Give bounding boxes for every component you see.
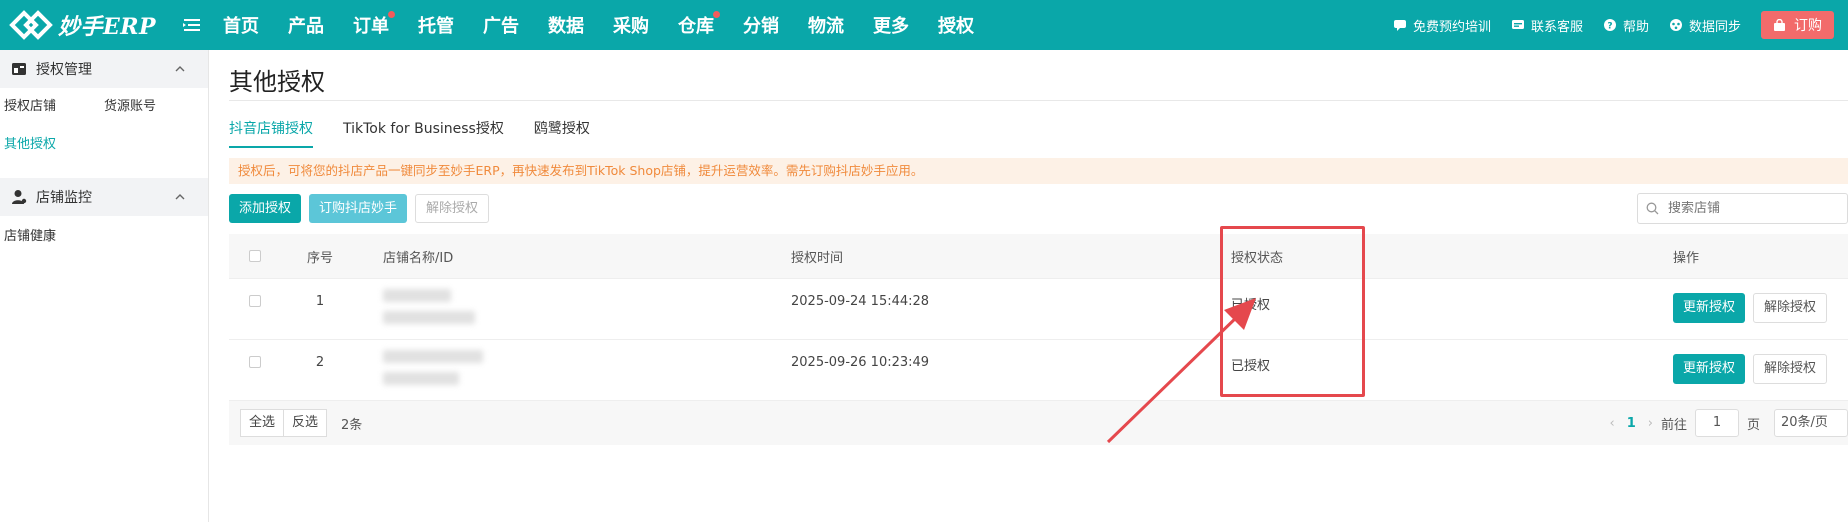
store-icon bbox=[12, 63, 26, 75]
page-number[interactable]: 1 bbox=[1627, 416, 1636, 431]
header-actions: 操作 bbox=[1673, 250, 1700, 266]
row-no: 2 bbox=[315, 355, 325, 370]
row-auth-time: 2025-09-24 15:44:28 bbox=[791, 294, 930, 309]
nav-item-authorization[interactable]: 授权 bbox=[938, 12, 974, 38]
tab-oulu-auth[interactable]: 鸥鹭授权 bbox=[534, 120, 590, 148]
header-auth-time: 授权时间 bbox=[791, 250, 844, 266]
nav-item-ads[interactable]: 广告 bbox=[483, 12, 519, 38]
order-button[interactable]: 订购 bbox=[1761, 11, 1834, 39]
header-links: 免费预约培训 联系客服 ? 帮助 数据同步 订购 bbox=[1373, 0, 1834, 50]
main-nav: 首页 产品 订单 托管 广告 数据 采购 仓库 分销 物流 更多 授权 bbox=[223, 0, 1003, 50]
search-input[interactable] bbox=[1668, 201, 1828, 216]
sidebar-item-store-health[interactable]: 店铺健康 bbox=[4, 228, 104, 266]
sidebar-group-auth-management[interactable]: 授权管理 bbox=[0, 50, 208, 88]
nav-item-more[interactable]: 更多 bbox=[873, 12, 909, 38]
subscribe-button[interactable]: 订购抖店妙手 bbox=[309, 194, 408, 223]
help-icon: ? bbox=[1603, 19, 1616, 32]
sync-icon bbox=[1669, 19, 1682, 31]
select-all-button[interactable]: 全选 bbox=[240, 409, 285, 437]
tab-tiktok-business-auth[interactable]: TikTok for Business授权 bbox=[343, 120, 504, 148]
person-icon bbox=[12, 190, 27, 204]
table-row: 1 2025-09-24 15:44:28 已授权 更新授权 解除授权 bbox=[229, 279, 1848, 340]
sidebar-items-monitor: 店铺健康 bbox=[0, 216, 208, 270]
menu-toggle-icon[interactable] bbox=[181, 14, 203, 36]
row-revoke-button[interactable]: 解除授权 bbox=[1753, 354, 1828, 384]
sidebar-item-other-auth[interactable]: 其他授权 bbox=[4, 136, 104, 174]
nav-item-products[interactable]: 产品 bbox=[288, 12, 324, 38]
logo-text: 妙手ERP bbox=[58, 14, 157, 40]
sidebar-item-store-auth[interactable]: 授权店铺 bbox=[4, 98, 104, 136]
nav-item-warehouse[interactable]: 仓库 bbox=[678, 11, 720, 38]
logo-icon bbox=[9, 10, 53, 40]
invert-selection-button[interactable]: 反选 bbox=[284, 409, 328, 437]
notice-banner: 授权后，可将您的抖店产品一键同步至妙手ERP，再快速发布到TikTok Shop… bbox=[229, 158, 1848, 184]
data-sync-link[interactable]: 数据同步 bbox=[1669, 16, 1741, 35]
top-navbar: 妙手ERP 首页 产品 订单 托管 广告 数据 采购 仓库 分销 物流 更多 授… bbox=[0, 0, 1848, 50]
training-link[interactable]: 免费预约培训 bbox=[1393, 16, 1491, 35]
sidebar: 授权管理 授权店铺 货源账号 其他授权 店铺监控 店铺健康 bbox=[0, 50, 209, 522]
header-auth-status: 授权状态 bbox=[1231, 250, 1284, 266]
goto-label: 前往 bbox=[1660, 417, 1687, 433]
select-all-checkbox[interactable] bbox=[249, 250, 261, 262]
row-auth-status: 已授权 bbox=[1231, 359, 1271, 374]
goto-page-input[interactable]: 1 bbox=[1694, 409, 1739, 437]
row-auth-status: 已授权 bbox=[1231, 298, 1271, 313]
header-no: 序号 bbox=[306, 250, 333, 266]
nav-item-distribution[interactable]: 分销 bbox=[743, 12, 779, 38]
sidebar-group-store-monitor[interactable]: 店铺监控 bbox=[0, 178, 208, 216]
chevron-up-icon[interactable] bbox=[174, 63, 186, 75]
next-page-icon[interactable]: › bbox=[1648, 416, 1653, 431]
sidebar-item-source-account[interactable]: 货源账号 bbox=[104, 98, 204, 136]
update-auth-button[interactable]: 更新授权 bbox=[1673, 293, 1746, 323]
table-row: 2 2025-09-26 10:23:49 已授权 更新授权 解除授权 bbox=[229, 340, 1848, 401]
row-revoke-button[interactable]: 解除授权 bbox=[1753, 293, 1828, 323]
toolbar: 添加授权 订购抖店妙手 解除授权 bbox=[229, 194, 497, 223]
nav-item-hosting[interactable]: 托管 bbox=[418, 12, 454, 38]
search-icon bbox=[1646, 202, 1659, 215]
page-title: 其他授权 bbox=[229, 68, 325, 96]
page-size-select[interactable]: 20条/页 bbox=[1774, 409, 1848, 437]
nav-item-logistics[interactable]: 物流 bbox=[808, 12, 844, 38]
add-auth-button[interactable]: 添加授权 bbox=[229, 194, 302, 223]
support-link[interactable]: 联系客服 bbox=[1511, 16, 1583, 35]
notification-dot bbox=[388, 11, 395, 18]
pagination: ‹ 1 › 前往 1 页 20条/页 bbox=[1602, 409, 1848, 437]
row-auth-time: 2025-09-26 10:23:49 bbox=[791, 355, 930, 370]
logo[interactable]: 妙手ERP bbox=[8, 7, 156, 43]
revoke-auth-button[interactable]: 解除授权 bbox=[415, 194, 490, 223]
tab-douyin-auth[interactable]: 抖音店铺授权 bbox=[229, 120, 313, 148]
message-icon bbox=[1511, 20, 1524, 29]
shopping-bag-icon bbox=[1774, 18, 1785, 31]
divider bbox=[229, 100, 1848, 101]
search-box bbox=[1637, 193, 1848, 224]
main-content: 其他授权 抖音店铺授权 TikTok for Business授权 鸥鹭授权 授… bbox=[229, 50, 1848, 522]
table-header: 序号 店铺名称/ID 授权时间 授权状态 操作 bbox=[229, 234, 1848, 279]
auth-table: 序号 店铺名称/ID 授权时间 授权状态 操作 1 2025-09-24 15:… bbox=[229, 234, 1848, 401]
help-link[interactable]: ? 帮助 bbox=[1603, 16, 1649, 35]
store-name-redacted bbox=[383, 340, 791, 385]
nav-item-purchase[interactable]: 采购 bbox=[613, 12, 649, 38]
sidebar-items-auth: 授权店铺 货源账号 其他授权 bbox=[0, 88, 208, 178]
table-footer: 全选 反选 2条 ‹ 1 › 前往 1 页 20条/页 bbox=[229, 401, 1848, 445]
page-unit-label: 页 bbox=[1746, 417, 1760, 433]
update-auth-button[interactable]: 更新授权 bbox=[1673, 354, 1746, 384]
chat-icon bbox=[1393, 20, 1406, 31]
record-count: 2条 bbox=[341, 417, 363, 433]
store-name-redacted bbox=[383, 279, 791, 324]
notification-dot bbox=[713, 11, 720, 18]
row-no: 1 bbox=[315, 294, 325, 309]
header-store-name: 店铺名称/ID bbox=[383, 250, 454, 266]
row-checkbox[interactable] bbox=[249, 356, 261, 368]
chevron-up-icon[interactable] bbox=[174, 191, 186, 203]
tabs: 抖音店铺授权 TikTok for Business授权 鸥鹭授权 bbox=[229, 120, 620, 150]
nav-item-home[interactable]: 首页 bbox=[223, 12, 259, 38]
nav-item-data[interactable]: 数据 bbox=[548, 12, 584, 38]
prev-page-icon[interactable]: ‹ bbox=[1610, 416, 1615, 431]
nav-item-orders[interactable]: 订单 bbox=[353, 11, 395, 38]
row-checkbox[interactable] bbox=[249, 295, 261, 307]
svg-text:?: ? bbox=[1607, 22, 1612, 32]
